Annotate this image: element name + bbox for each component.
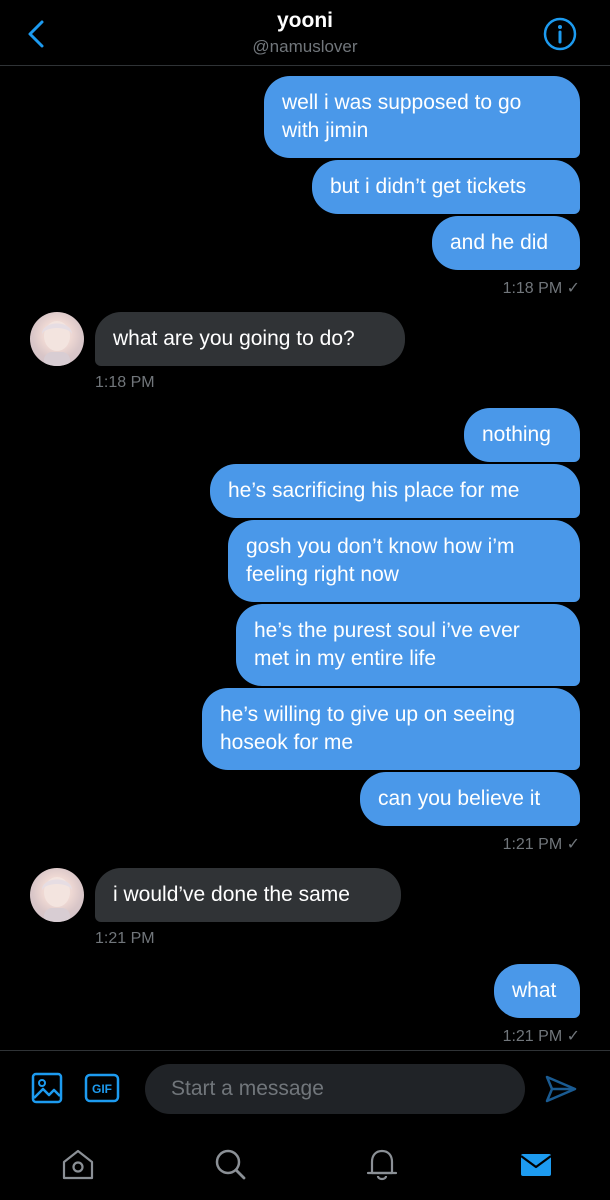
message-composer: GIF Start a message [0, 1050, 610, 1130]
message-timestamp: 1:18 PM [95, 374, 155, 391]
incoming-message[interactable]: what are you going to do? [95, 312, 405, 366]
outgoing-message[interactable]: gosh you don’t know how i’m feeling righ… [228, 520, 580, 602]
info-button[interactable] [542, 16, 578, 52]
message-text: what are you going to do? [113, 327, 355, 350]
image-icon [31, 1072, 63, 1104]
message-timestamp: 1:18 PM ✓ [502, 280, 580, 297]
message-input[interactable]: Start a message [145, 1064, 525, 1114]
contact-name[interactable]: yooni [0, 9, 610, 33]
mail-icon [520, 1154, 552, 1176]
message-text-line: he’s the purest soul i’ve ever [254, 619, 520, 642]
message-text-line: met in my entire life [254, 647, 437, 670]
gif-label: GIF [92, 1082, 112, 1096]
avatar-photo [42, 321, 72, 366]
contact-handle[interactable]: @namuslover [0, 37, 610, 57]
search-icon [215, 1149, 246, 1180]
message-timestamp: 1:21 PM ✓ [502, 1028, 580, 1045]
message-text: what [512, 979, 557, 1002]
message-text-line: well i was supposed to go [282, 91, 522, 114]
incoming-message[interactable]: i would’ve done the same [95, 868, 401, 922]
gif-icon: GIF [84, 1073, 120, 1103]
outgoing-message[interactable]: can you believe it [360, 772, 580, 826]
message-text: nothing [482, 423, 551, 446]
message-text: i would’ve done the same [113, 883, 350, 906]
message-text-line: hoseok for me [220, 731, 354, 754]
outgoing-message[interactable]: he’s willing to give up on seeing hoseok… [202, 688, 580, 770]
tab-home[interactable] [58, 1144, 98, 1184]
message-text: but i didn’t get tickets [330, 175, 527, 198]
message-text-line: gosh you don’t know how i’m [246, 535, 515, 558]
send-icon [545, 1075, 577, 1103]
avatar[interactable] [30, 868, 84, 922]
outgoing-message[interactable]: what [494, 964, 580, 1018]
tab-search[interactable] [210, 1144, 250, 1184]
message-text: can you believe it [378, 787, 541, 810]
send-button[interactable] [544, 1073, 578, 1105]
message-text-line: feeling right now [246, 563, 399, 586]
outgoing-message[interactable]: and he did [432, 216, 580, 270]
tab-messages[interactable] [516, 1144, 556, 1184]
message-text: he’s sacrificing his place for me [228, 479, 520, 502]
outgoing-message[interactable]: he’s the purest soul i’ve ever met in my… [236, 604, 580, 686]
message-list[interactable]: well i was supposed to go with jimin but… [0, 66, 610, 1050]
bell-icon [366, 1149, 398, 1181]
message-text-line: he’s willing to give up on seeing [220, 703, 515, 726]
add-photo-button[interactable] [30, 1071, 64, 1105]
message-text-line: with jimin [282, 119, 369, 142]
add-gif-button[interactable]: GIF [84, 1073, 120, 1103]
avatar-photo [42, 877, 72, 922]
outgoing-message[interactable]: well i was supposed to go with jimin [264, 76, 580, 158]
conversation-header: yooni @namuslover [0, 0, 610, 66]
message-timestamp: 1:21 PM [95, 930, 155, 947]
outgoing-message[interactable]: he’s sacrificing his place for me [210, 464, 580, 518]
message-text: and he did [450, 231, 549, 254]
bottom-tab-bar [0, 1130, 610, 1200]
avatar[interactable] [30, 312, 84, 366]
info-circle-icon [543, 17, 577, 51]
tab-notifications[interactable] [362, 1144, 402, 1184]
home-icon [62, 1149, 94, 1180]
outgoing-message[interactable]: but i didn’t get tickets [312, 160, 580, 214]
message-timestamp: 1:21 PM ✓ [502, 836, 580, 853]
outgoing-message[interactable]: nothing [464, 408, 580, 462]
